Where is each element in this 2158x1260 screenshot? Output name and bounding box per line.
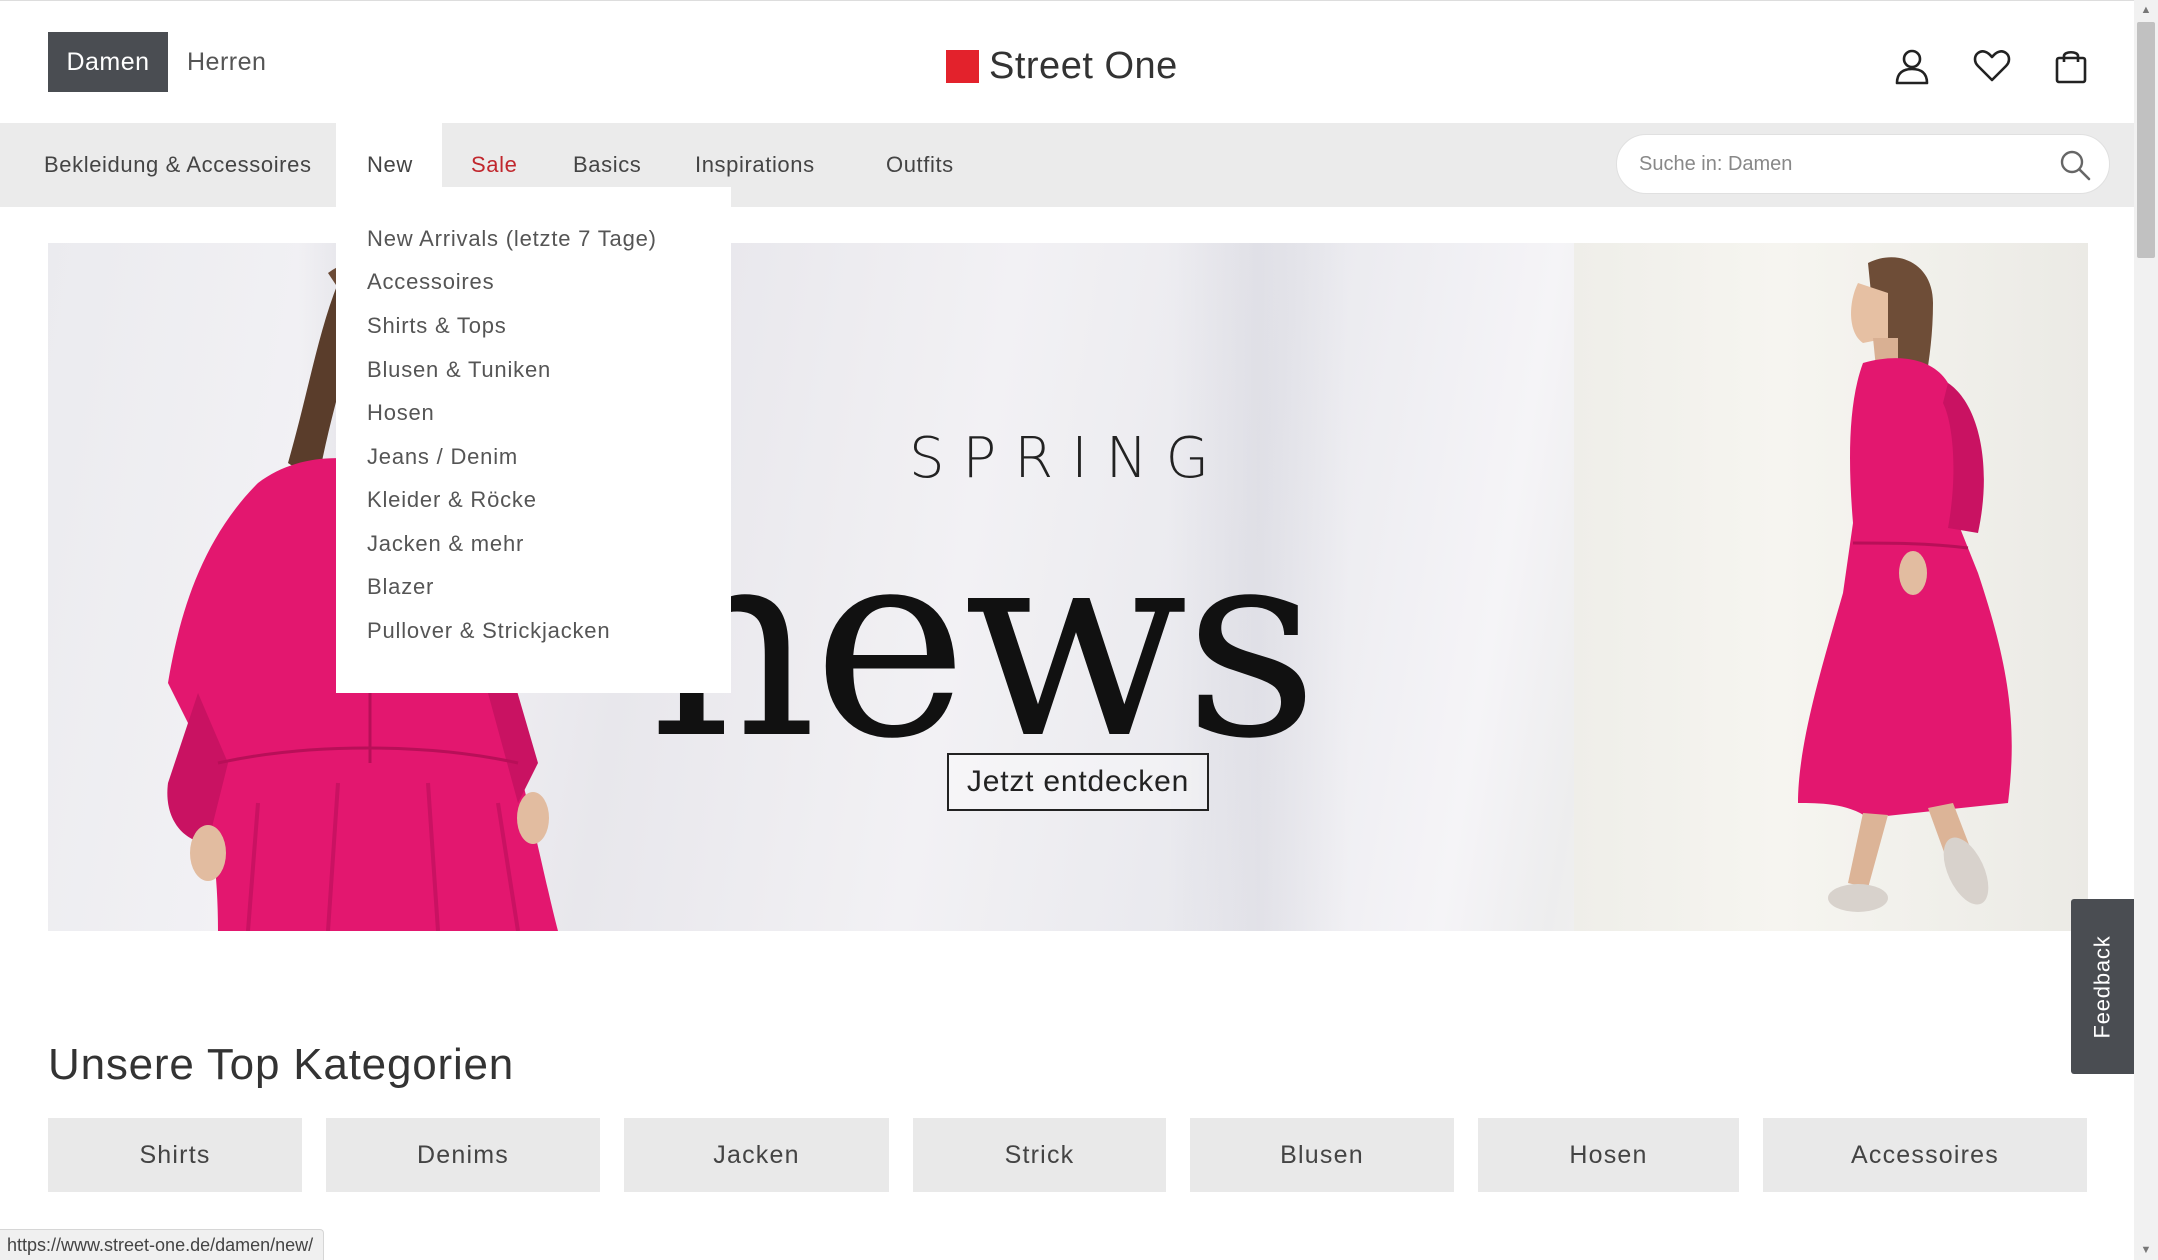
feedback-tab[interactable]: Feedback xyxy=(2071,899,2134,1074)
shopping-bag-icon[interactable] xyxy=(2052,47,2090,85)
category-button-accessoires[interactable]: Accessoires xyxy=(1763,1118,2087,1192)
status-bar-url: https://www.street-one.de/damen/new/ xyxy=(0,1229,325,1260)
dropdown-item-jacken-mehr[interactable]: Jacken & mehr xyxy=(367,531,524,557)
top-categories-heading: Unsere Top Kategorien xyxy=(48,1040,515,1089)
dropdown-item-shirts-tops[interactable]: Shirts & Tops xyxy=(367,313,507,339)
brand-logo[interactable]: Street One xyxy=(946,45,1178,88)
category-button-strick[interactable]: Strick xyxy=(913,1118,1166,1192)
hero-cta-button[interactable]: Jetzt entdecken xyxy=(947,753,1209,811)
model-right-image xyxy=(1798,257,2012,912)
hero-headline-large: news xyxy=(648,491,1319,796)
gender-tab-herren[interactable]: Herren xyxy=(187,32,266,92)
scrollbar-thumb[interactable] xyxy=(2137,22,2155,258)
logo-square-icon xyxy=(946,50,979,83)
category-button-jacken[interactable]: Jacken xyxy=(624,1118,889,1192)
gender-tab-damen[interactable]: Damen xyxy=(48,32,168,92)
search-input[interactable] xyxy=(1639,135,2039,193)
scroll-up-arrow-icon[interactable]: ▲ xyxy=(2134,0,2158,20)
nav-item-outfits[interactable]: Outfits xyxy=(886,123,954,207)
nav-item-bekleidung[interactable]: Bekleidung & Accessoires xyxy=(44,123,312,207)
search-box xyxy=(1616,134,2110,194)
category-button-denims[interactable]: Denims xyxy=(326,1118,600,1192)
brand-name: Street One xyxy=(989,45,1178,87)
dropdown-item-blazer[interactable]: Blazer xyxy=(367,574,434,600)
category-button-hosen[interactable]: Hosen xyxy=(1478,1118,1739,1192)
category-button-shirts[interactable]: Shirts xyxy=(48,1118,302,1192)
feedback-label: Feedback xyxy=(2089,934,2115,1039)
dropdown-item-jeans-denim[interactable]: Jeans / Denim xyxy=(367,444,518,470)
dropdown-item-blusen-tuniken[interactable]: Blusen & Tuniken xyxy=(367,357,551,383)
search-icon[interactable] xyxy=(2059,149,2091,181)
dropdown-item-hosen[interactable]: Hosen xyxy=(367,400,435,426)
dropdown-item-new-arrivals[interactable]: New Arrivals (letzte 7 Tage) xyxy=(367,226,657,252)
new-dropdown-menu: New Arrivals (letzte 7 Tage) Accessoires… xyxy=(336,187,731,693)
scroll-down-arrow-icon[interactable]: ▼ xyxy=(2134,1240,2158,1260)
heart-icon[interactable] xyxy=(1973,47,2011,85)
site-header: Damen Herren Street One xyxy=(0,1,2134,123)
dropdown-item-pullover-strickjacken[interactable]: Pullover & Strickjacken xyxy=(367,618,610,644)
category-button-blusen[interactable]: Blusen xyxy=(1190,1118,1454,1192)
user-icon[interactable] xyxy=(1893,47,1931,85)
dropdown-item-accessoires[interactable]: Accessoires xyxy=(367,269,494,295)
dropdown-item-kleider-roecke[interactable]: Kleider & Röcke xyxy=(367,487,537,513)
